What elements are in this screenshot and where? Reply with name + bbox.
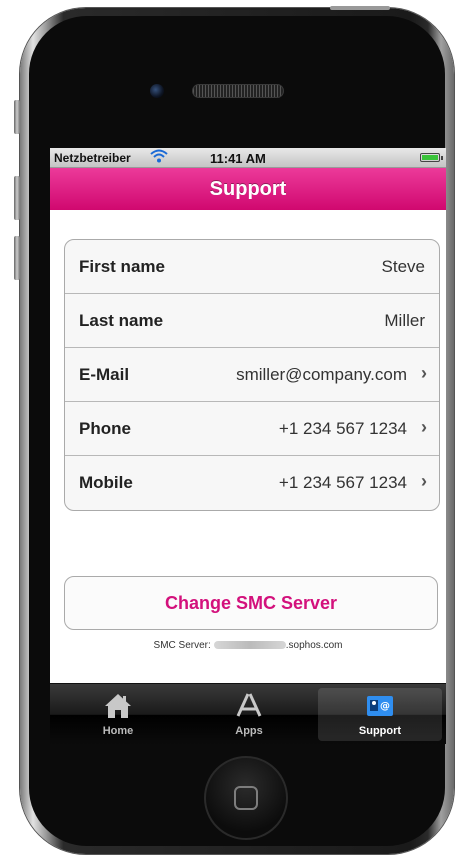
- row-value: smiller@company.com: [236, 365, 407, 384]
- redacted-host: [213, 641, 286, 650]
- battery-level: [422, 155, 438, 160]
- row-value: Steve: [381, 257, 425, 276]
- tab-apps[interactable]: Apps: [187, 688, 311, 741]
- contact-row: First name Steve: [65, 240, 439, 294]
- page-title: Support: [209, 178, 287, 200]
- status-bar: Netzbetreiber 11:41 AM: [50, 148, 446, 168]
- tab-home[interactable]: Home: [56, 688, 180, 741]
- row-value: +1 234 567 1234: [278, 419, 407, 438]
- carrier-label: Netzbetreiber: [54, 151, 131, 165]
- server-label: SMC Server:: [153, 640, 211, 651]
- row-label: E-Mail: [79, 365, 130, 384]
- sleep-button: [330, 6, 390, 10]
- row-label: First name: [79, 257, 165, 276]
- contact-row[interactable]: Phone +1 234 567 1234 ›: [65, 402, 439, 456]
- status-time: 11:41 AM: [210, 151, 266, 166]
- volume-down-button: [14, 236, 20, 280]
- change-smc-server-button[interactable]: Change SMC Server: [64, 576, 438, 630]
- home-square-icon: [234, 786, 258, 810]
- navigation-bar: Support: [50, 168, 446, 211]
- screen: Netzbetreiber 11:41 AM Support First nam…: [50, 148, 446, 744]
- row-value: +1 234 567 1234: [278, 473, 407, 492]
- contact-details-group: First name Steve Last name Miller E-Mail smil…: [64, 239, 440, 511]
- content-area[interactable]: First name Steve Last name Miller E-Mail smil…: [50, 210, 446, 683]
- contact-row[interactable]: E-Mail smiller@company.com ›: [65, 348, 439, 402]
- earpiece-speaker: [192, 84, 284, 98]
- contact-row[interactable]: Mobile +1 234 567 1234 ›: [65, 456, 439, 510]
- svg-text:@: @: [380, 701, 390, 712]
- chevron-right-icon: ›: [421, 363, 427, 383]
- row-label: Last name: [79, 311, 164, 330]
- chevron-right-icon: ›: [421, 417, 427, 437]
- house-icon: [103, 692, 133, 720]
- chevron-right-icon: ›: [421, 471, 427, 491]
- front-camera-icon: [150, 84, 164, 98]
- battery-icon: [420, 153, 443, 162]
- volume-up-button: [14, 176, 20, 220]
- tab-label: Home: [102, 725, 134, 737]
- server-info: SMC Server: .sophos.com: [50, 640, 446, 651]
- tab-label: Support: [358, 725, 402, 737]
- tab-label: Apps: [235, 725, 263, 737]
- wifi-icon: [150, 149, 168, 166]
- server-domain: .sophos.com: [285, 640, 343, 651]
- tab-support[interactable]: @ Support: [318, 688, 442, 741]
- row-label: Mobile: [79, 473, 133, 492]
- contact-row: Last name Miller: [65, 294, 439, 348]
- app-store-icon: [234, 692, 264, 720]
- home-button[interactable]: [204, 756, 288, 840]
- contact-card-icon: @: [365, 692, 395, 720]
- tab-bar: Home Apps @ Support: [50, 683, 446, 744]
- row-value: Miller: [384, 311, 425, 330]
- row-label: Phone: [79, 419, 131, 438]
- mute-switch: [14, 100, 20, 134]
